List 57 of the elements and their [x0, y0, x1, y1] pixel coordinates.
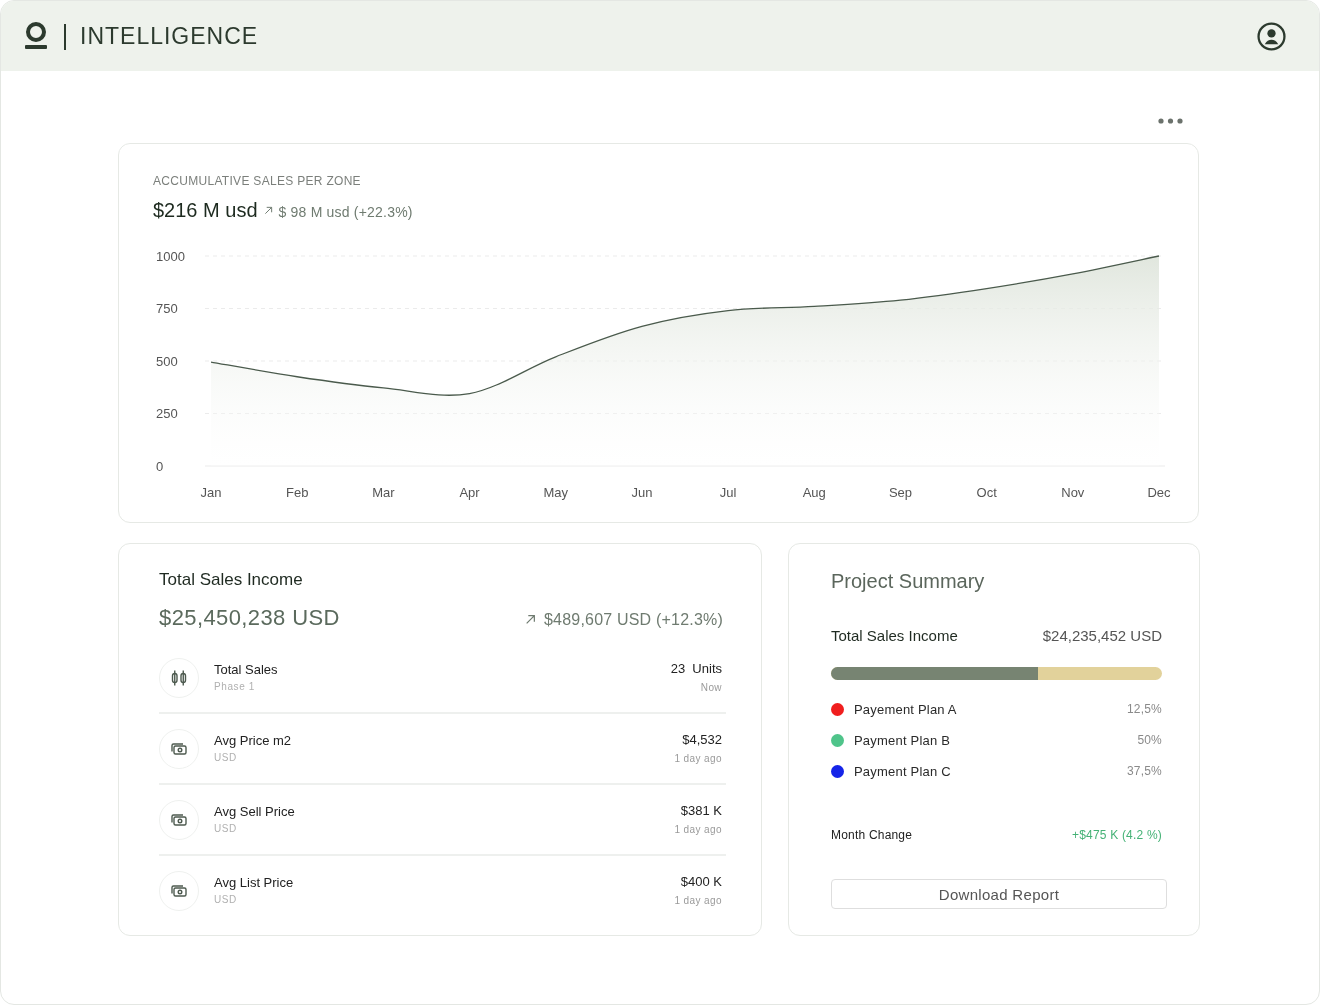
metric-time: 1 day ago: [674, 824, 722, 836]
x-axis-label: Jun: [631, 485, 653, 500]
y-axis-label: 0: [156, 458, 164, 474]
y-axis-label: 1000: [156, 248, 185, 264]
plan-label: Payement Plan A: [854, 701, 957, 717]
x-axis-label: Nov: [1061, 485, 1085, 500]
x-axis-label: Jan: [200, 485, 222, 500]
x-axis-label: Jul: [719, 485, 737, 500]
plan-share: 12,5%: [1126, 702, 1162, 716]
more-options-icon[interactable]: [1158, 118, 1183, 124]
plan-share: 50%: [1137, 733, 1162, 747]
x-axis-label: Mar: [372, 485, 395, 500]
metric-value: 23 Units: [670, 661, 722, 677]
plan-label: Payment Plan C: [854, 763, 951, 779]
metric-time: 1 day ago: [674, 895, 722, 907]
x-axis-label: Apr: [459, 485, 480, 500]
chart-title: ACCUMULATIVE SALES PER ZONE: [153, 174, 362, 188]
summary-income-value: $24,235,452 USD: [1042, 627, 1162, 645]
y-axis-label: 750: [156, 301, 178, 316]
x-axis-label: Feb: [286, 485, 309, 500]
metric-label: Total Sales: [214, 662, 278, 678]
summary-income-label: Total Sales Income: [831, 627, 958, 645]
plan-share: 37,5%: [1126, 764, 1162, 778]
arrow-up-right-icon: [263, 205, 273, 215]
x-axis-label: Sep: [888, 485, 912, 500]
metric-value: $400 K: [680, 874, 722, 890]
metric-sublabel: Phase 1: [214, 681, 256, 693]
metric-label: Avg Price m2: [214, 733, 292, 749]
y-axis-label: 500: [156, 353, 178, 369]
metric-time: 1 day ago: [674, 753, 722, 765]
download-report-button[interactable]: Download Report: [831, 879, 1167, 909]
x-axis-label: Dec: [1147, 485, 1171, 500]
user-account-icon[interactable]: [1257, 21, 1286, 51]
card-title: Total Sales Income: [159, 569, 304, 590]
metric-value: $4,532: [682, 732, 722, 748]
metric-sublabel: USD: [214, 752, 238, 764]
y-axis-label: 250: [156, 406, 178, 421]
card-title: Project Summary: [831, 569, 986, 593]
metric-label: Avg Sell Price: [214, 804, 295, 820]
month-change-label: Month Change: [831, 828, 913, 842]
plan-label: Payment Plan B: [854, 732, 950, 748]
metric-sublabel: USD: [214, 894, 238, 906]
metric-time: Now: [700, 682, 722, 694]
metric-sublabel: USD: [214, 823, 238, 835]
income-total: $25,450,238 USD: [159, 605, 340, 631]
income-change: $489,607 USD (+12.3%): [544, 610, 723, 629]
logo-icon: [24, 22, 48, 50]
metric-label: Avg List Price: [214, 875, 294, 891]
sales-total: $216 M usd: [153, 198, 258, 222]
arrow-up-right-icon: [525, 614, 536, 625]
x-axis-label: Oct: [976, 485, 997, 500]
x-axis-label: Aug: [802, 485, 826, 500]
month-change-value: +$475 K (4.2 %): [1071, 828, 1162, 842]
sales-change: $ 98 M usd (+22.3%): [278, 204, 413, 220]
brand-title: INTELLIGENCE: [80, 22, 259, 50]
metric-value: $381 K: [680, 803, 722, 819]
x-axis-label: May: [543, 485, 568, 500]
